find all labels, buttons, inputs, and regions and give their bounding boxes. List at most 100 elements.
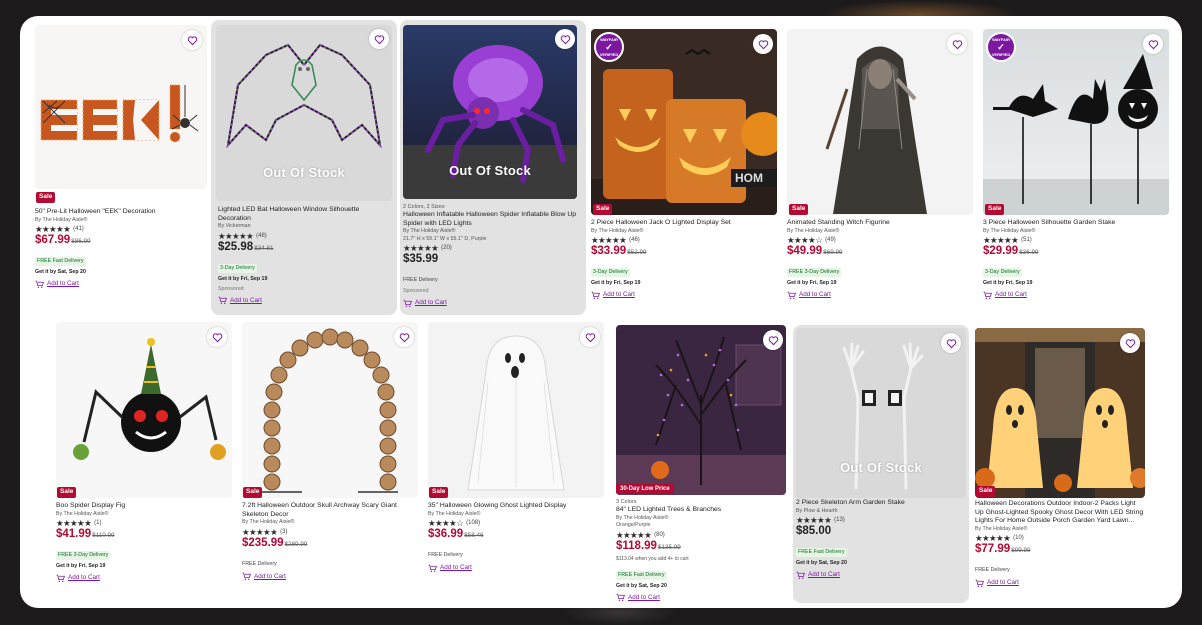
star-rating-icon: ★★★★☆ — [787, 235, 823, 245]
shipping-label: 3-Day Delivery — [218, 263, 257, 273]
product-info: 2 Piece Halloween Jack O Lighted Display… — [591, 219, 777, 301]
current-price: $77.99 — [975, 543, 1011, 555]
add-to-cart-button[interactable]: Add to Cart — [428, 562, 604, 574]
product-image-spider-inflatable[interactable]: Out Of Stock — [403, 25, 577, 199]
star-rating-icon: ★★★★★ — [35, 224, 71, 234]
product-title[interactable]: 7.2ft Halloween Outdoor Skull Archway Sc… — [242, 502, 418, 519]
add-to-cart-button[interactable]: Add to Cart — [616, 592, 786, 604]
favorite-heart-icon[interactable] — [182, 30, 202, 50]
add-to-cart-button[interactable]: Add to Cart — [35, 278, 207, 290]
current-price: $35.99 — [403, 253, 439, 265]
product-image-boo-spider[interactable] — [56, 322, 232, 498]
review-count: (46) — [629, 237, 640, 243]
favorite-heart-icon[interactable] — [394, 327, 414, 347]
product-brand[interactable]: By The Holiday Aisle® — [591, 228, 777, 236]
add-to-cart-button[interactable]: Add to Cart — [56, 572, 232, 584]
product-brand[interactable]: By The Holiday Aisle® — [787, 228, 973, 236]
current-price: $25.98 — [218, 240, 254, 253]
product-title[interactable]: Animated Standing Witch Figurine — [787, 219, 973, 228]
product-title[interactable]: 3 Piece Halloween Silhouette Garden Stak… — [983, 219, 1169, 228]
favorite-heart-icon[interactable] — [1120, 333, 1140, 353]
favorite-heart-icon[interactable] — [947, 34, 967, 54]
product-image-skeleton-arms[interactable]: Out Of Stock — [796, 328, 966, 498]
product-title[interactable]: Halloween Decorations Outdoor Indoor-2 P… — [975, 500, 1145, 526]
sale-badge: Sale — [36, 192, 56, 203]
product-image-led-bat[interactable]: Out Of Stock — [216, 25, 392, 201]
product-card[interactable]: Sale 35" Halloween Glowing Ghost Lighted… — [425, 319, 607, 589]
product-price: $33.99 $52.99 — [591, 245, 777, 260]
product-card[interactable]: Sale Halloween Decorations Outdoor Indoo… — [972, 325, 1148, 603]
sale-badge: Sale — [57, 487, 77, 498]
product-image-glowing-ghost[interactable] — [428, 322, 604, 498]
product-brand[interactable]: By The Holiday Aisle® — [975, 526, 1145, 534]
favorite-heart-icon[interactable] — [207, 327, 227, 347]
product-title[interactable]: Halloween Inflatable Halloween Spider In… — [403, 211, 579, 228]
delivery-date: Get it by Fri, Sep 19 — [591, 280, 641, 286]
product-price: $235.99 $289.99 — [242, 537, 418, 552]
product-image-eek-decoration[interactable] — [35, 25, 207, 189]
cart-plus-icon — [403, 299, 412, 307]
shipping-label: FREE Delivery — [975, 567, 1010, 573]
product-card[interactable]: HOM WAYFAIR ✓ VERIFIED Sale 2 Piece Hallow… — [588, 26, 780, 311]
add-to-cart-button[interactable]: Add to Cart — [983, 289, 1169, 301]
add-to-cart-button[interactable]: Add to Cart — [242, 571, 418, 583]
product-title[interactable]: 35" Halloween Glowing Ghost Lighted Disp… — [428, 502, 604, 511]
sale-badge: Sale — [593, 204, 613, 215]
add-to-cart-button[interactable]: Add to Cart — [218, 295, 390, 307]
product-brand[interactable]: By The Holiday Aisle® — [428, 511, 604, 519]
favorite-heart-icon[interactable] — [1143, 34, 1163, 54]
delivery-date: Get it by Sat, Sep 20 — [35, 269, 86, 275]
out-of-stock-label: Out Of Stock — [449, 163, 531, 178]
product-brand[interactable]: By The Holiday Aisle® — [56, 511, 232, 519]
product-card[interactable]: Out Of Stock 2 Piece Skeleton Arm Garden… — [793, 325, 969, 603]
star-rating-icon: ★★★★★ — [56, 518, 92, 528]
product-card[interactable]: Sale Animated Standing Witch Figurine By… — [784, 26, 976, 311]
product-brand[interactable]: By The Holiday Aisle® — [242, 519, 418, 527]
product-price: $67.99 $86.99 — [35, 234, 207, 249]
product-image-standing-witch[interactable] — [787, 29, 973, 215]
product-card[interactable]: Sale 50" Pre-Lit Halloween "EEK" Decorat… — [32, 22, 210, 288]
product-card[interactable]: Sale 7.2ft Halloween Outdoor Skull Archw… — [239, 319, 421, 589]
product-title[interactable]: Lighted LED Bat Halloween Window Silhoue… — [218, 206, 390, 223]
shipping-label: 3-Day Delivery — [983, 268, 1022, 277]
cart-plus-icon — [983, 291, 992, 299]
add-to-cart-button[interactable]: Add to Cart — [591, 289, 777, 301]
product-image-led-tree[interactable] — [616, 325, 786, 495]
product-image-skull-archway[interactable] — [242, 322, 418, 498]
product-title[interactable]: 2 Piece Skeleton Arm Garden Stake — [796, 499, 966, 508]
product-title[interactable]: Boo Spider Display Fig — [56, 502, 232, 511]
favorite-heart-icon[interactable] — [580, 327, 600, 347]
product-price: $118.99 $135.99 — [616, 540, 786, 555]
product-info: 2 Colors, 2 Sizes Halloween Inflatable H… — [403, 203, 579, 309]
product-brand[interactable]: By The Holiday Aisle® — [35, 217, 207, 225]
review-count: (13) — [834, 517, 845, 523]
favorite-heart-icon[interactable] — [369, 29, 389, 49]
add-to-cart-button[interactable]: Add to Cart — [796, 569, 966, 581]
product-rating: ★★★★★ (10) — [975, 533, 1145, 543]
product-card[interactable]: 30-Day Low Price 3 Colors 84" LED Lighte… — [613, 322, 789, 604]
product-card[interactable]: Sale Boo Spider Display Fig By The Holid… — [53, 319, 235, 589]
verified-bottom-text: VERIFIED — [991, 52, 1011, 57]
favorite-heart-icon[interactable] — [941, 333, 961, 353]
product-card[interactable]: Out Of Stock Lighted LED Bat Halloween W… — [211, 20, 397, 315]
favorite-heart-icon[interactable] — [753, 34, 773, 54]
current-price: $118.99 — [616, 539, 657, 552]
add-to-cart-button[interactable]: Add to Cart — [403, 297, 579, 309]
favorite-heart-icon[interactable] — [763, 330, 783, 350]
product-brand[interactable]: By The Holiday Aisle® — [616, 515, 786, 523]
product-brand[interactable]: By The Holiday Aisle® — [983, 228, 1169, 236]
favorite-heart-icon[interactable] — [555, 29, 575, 49]
product-image-light-up-ghosts[interactable] — [975, 328, 1145, 498]
product-brand[interactable]: By Plow & Hearth — [796, 508, 966, 516]
product-title[interactable]: 2 Piece Halloween Jack O Lighted Display… — [591, 219, 777, 228]
product-brand[interactable]: By The Holiday Aisle® — [403, 228, 579, 236]
add-to-cart-button[interactable]: Add to Cart — [787, 289, 973, 301]
review-count: (108) — [466, 520, 481, 526]
product-card[interactable]: WAYFAIR ✓ VERIFIED Sale 3 Piece Halloween … — [980, 26, 1172, 311]
product-title[interactable]: 50" Pre-Lit Halloween "EEK" Decoration — [35, 208, 207, 217]
review-count: (10) — [1013, 535, 1024, 541]
product-title[interactable]: 84" LED Lighted Trees & Branches — [616, 506, 786, 515]
product-card[interactable]: Out Of Stock 2 Colors, 2 Sizes Halloween… — [400, 20, 586, 315]
add-to-cart-button[interactable]: Add to Cart — [975, 577, 1145, 589]
product-brand[interactable]: By Vickerman — [218, 223, 390, 231]
